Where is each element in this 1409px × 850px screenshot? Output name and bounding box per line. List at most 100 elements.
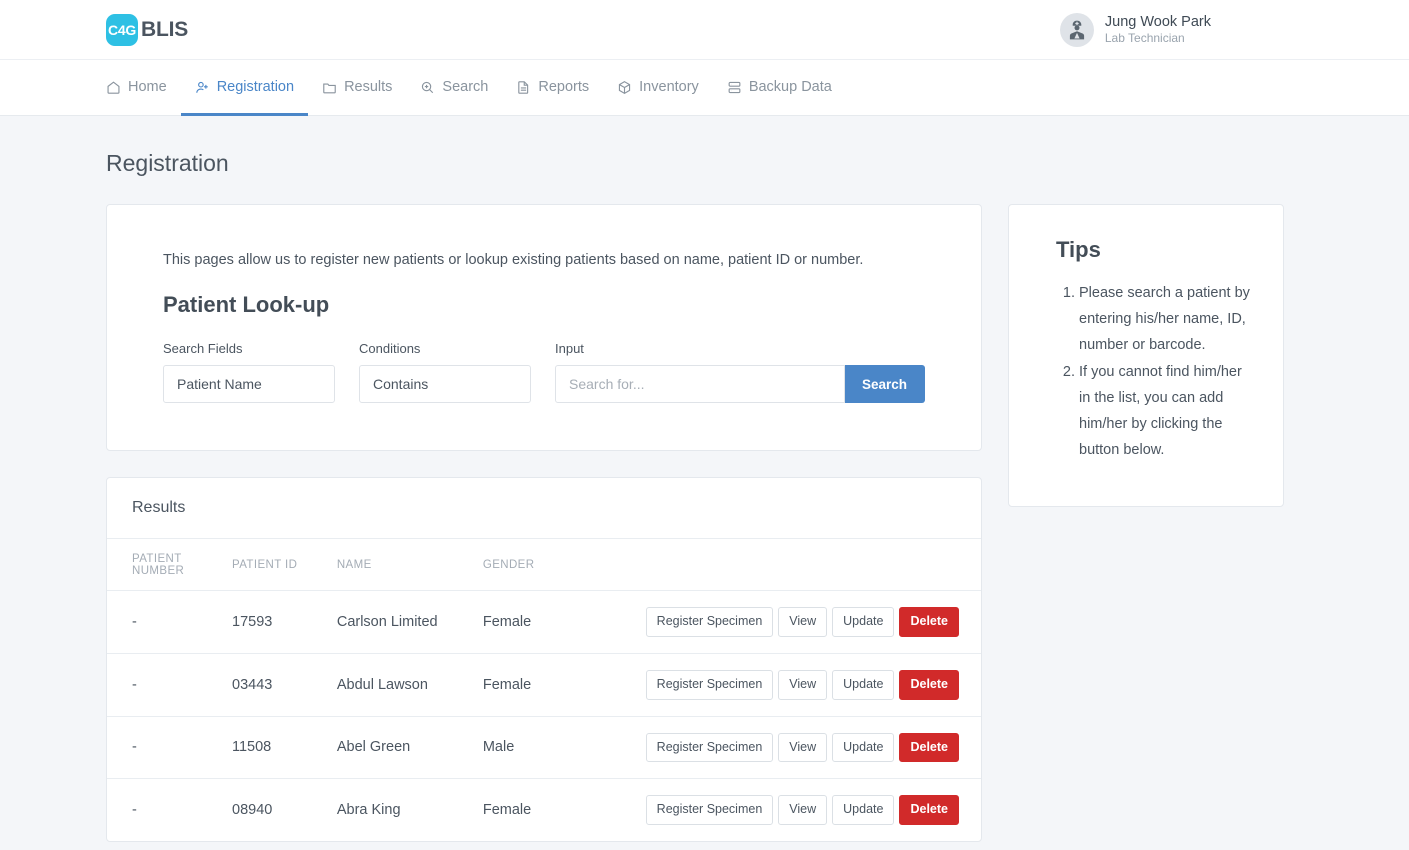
top-bar: C4G BLIS Jung Wook Park Lab Technician (0, 0, 1409, 60)
cell-patient-number: - (107, 716, 232, 780)
search-fields-group: Search Fields Patient Name (163, 341, 335, 403)
results-table-head: PATIENT NUMBER PATIENT ID NAME GENDER (107, 539, 981, 591)
page-title: Registration (106, 150, 229, 176)
column-patient-number: PATIENT NUMBER (107, 539, 232, 591)
search-fields-label: Search Fields (163, 341, 243, 356)
tips-card: Tips Please search a patient by entering… (1008, 204, 1284, 507)
nav-item-inventory[interactable]: Inventory (603, 61, 713, 116)
folder-icon (322, 80, 337, 95)
cell-patient-id: 11508 (232, 716, 337, 780)
user-role: Lab Technician (1104, 31, 1185, 46)
side-column: Tips Please search a patient by entering… (1008, 204, 1284, 507)
table-row: -03443 Abdul Lawson Female Register Specime… (107, 653, 981, 717)
cell-actions: Register Specimen View Update Delete (640, 716, 981, 780)
cell-name: Abra King (336, 802, 401, 819)
lookup-intro-text: This pages allow us to register new pati… (163, 252, 864, 268)
delete-button[interactable]: Delete (899, 669, 959, 700)
user-name: Jung Wook Park (1104, 13, 1211, 30)
nav-item-results-label: Results (344, 79, 393, 95)
view-button[interactable]: View (778, 732, 828, 763)
document-icon (516, 80, 531, 95)
view-button[interactable]: View (778, 795, 828, 825)
update-button[interactable]: Update (832, 607, 895, 637)
cell-name: Abel Green (336, 716, 483, 780)
cell-patient-id: 08940 (232, 802, 273, 819)
results-table-body: -17593 Carlson Limited Female Register Spec… (107, 590, 981, 842)
conditions-select[interactable]: Contains (359, 365, 531, 403)
cell-actions: Register Specimen View Update Delete (640, 653, 981, 717)
main-navigation: Home Registration Results Search Reports… (0, 60, 1409, 116)
cell-gender: Female (482, 653, 641, 717)
delete-button[interactable]: Delete (899, 732, 959, 763)
column-gender: GENDER (482, 539, 641, 591)
nav-item-inventory-label: Inventory (639, 79, 699, 95)
table-row: -17593 Carlson Limited Female Register Spec… (107, 590, 981, 654)
database-icon (727, 80, 742, 95)
cell-name: Abdul Lawson (336, 653, 483, 717)
doctor-avatar-icon (1059, 12, 1094, 47)
brand-badge-icon: C4G (106, 13, 138, 46)
cell-patient-number: - (132, 802, 137, 819)
search-button[interactable]: Search (844, 365, 925, 403)
home-icon (106, 80, 121, 95)
nav-item-registration[interactable]: Registration (180, 61, 309, 116)
tips-title: Tips (1056, 237, 1101, 262)
cell-patient-number: - (107, 590, 232, 654)
cell-patient-number: - (107, 653, 232, 717)
column-name: NAME (336, 539, 483, 591)
nav-item-home[interactable]: Home (106, 61, 181, 116)
lookup-form: Search Fields Patient Name Conditions Co… (163, 341, 925, 403)
cell-patient-id: 03443 (232, 653, 337, 717)
table-row: - 08940 Abra King Female Register Specimen Vi… (107, 779, 981, 841)
column-actions (640, 539, 981, 591)
input-label: Input (555, 341, 584, 356)
main-column: This pages allow us to register new pati… (106, 204, 982, 842)
page-content: Registration This pages allow us to regi… (0, 116, 1409, 842)
search-fields-select[interactable]: Patient Name (163, 365, 335, 403)
conditions-label: Conditions (359, 341, 421, 356)
patient-lookup-card: This pages allow us to register new pati… (106, 204, 982, 451)
cell-gender: Female (482, 590, 641, 654)
view-button[interactable]: View (778, 607, 828, 637)
delete-button[interactable]: Delete (899, 607, 959, 637)
conditions-group: Conditions Contains (359, 341, 531, 403)
brand-name: BLIS (141, 17, 189, 41)
search-input-group: Input Search for... Search (555, 341, 925, 403)
tips-list: Please search a patient by entering his/… (1035, 281, 1257, 464)
delete-button[interactable]: Delete (899, 795, 959, 825)
cell-gender: Male (482, 716, 641, 780)
nav-item-backup-data-label: Backup Data (748, 79, 832, 95)
search-zoom-icon (420, 80, 435, 95)
cell-name: Carlson Limited (336, 590, 483, 654)
update-button[interactable]: Update (832, 669, 895, 700)
brand-logo[interactable]: C4G BLIS (106, 13, 189, 46)
register-specimen-button[interactable]: Register Specimen (645, 732, 774, 763)
table-header-row: PATIENT NUMBER PATIENT ID NAME GENDER (107, 539, 981, 591)
update-button[interactable]: Update (832, 795, 895, 825)
tips-list-item: If you cannot find him/her in the list, … (1079, 360, 1257, 463)
cell-patient-id: 17593 (232, 590, 337, 654)
register-specimen-button[interactable]: Register Specimen (645, 669, 774, 700)
nav-item-reports-label: Reports (538, 79, 590, 95)
user-menu[interactable]: Jung Wook Park Lab Technician (1059, 12, 1389, 47)
table-row: -11508 Abel Green Male Register Specimen Vie… (107, 716, 981, 780)
nav-item-registration-label: Registration (216, 79, 295, 95)
results-title: Results (107, 478, 981, 539)
column-patient-id: PATIENT ID (232, 539, 337, 591)
nav-item-home-label: Home (128, 79, 167, 95)
update-button[interactable]: Update (832, 732, 895, 763)
nav-item-results[interactable]: Results (308, 61, 406, 116)
cell-actions: Register Specimen View Update Delete (640, 590, 981, 654)
nav-item-backup-data[interactable]: Backup Data (713, 61, 846, 116)
lookup-title: Patient Look-up (163, 292, 330, 317)
view-button[interactable]: View (778, 669, 828, 700)
register-specimen-button[interactable]: Register Specimen (645, 795, 774, 825)
tips-list-item: Please search a patient by entering his/… (1079, 281, 1257, 358)
user-plus-icon (195, 80, 210, 95)
nav-item-reports[interactable]: Reports (502, 61, 603, 116)
search-input[interactable]: Search for... (555, 365, 845, 403)
results-card: Results PATIENT NUMBER PATIENT ID NAME G… (106, 477, 982, 842)
nav-item-search[interactable]: Search (406, 61, 502, 116)
register-specimen-button[interactable]: Register Specimen (645, 607, 774, 637)
nav-item-search-label: Search (442, 79, 489, 95)
